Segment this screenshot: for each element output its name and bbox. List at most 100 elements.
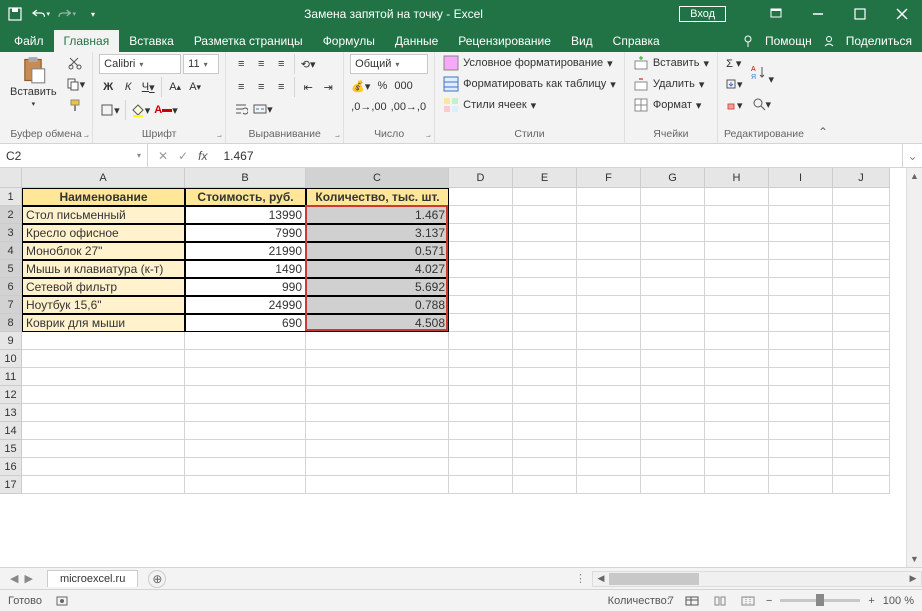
row-header[interactable]: 14 bbox=[0, 422, 22, 440]
autosum-icon[interactable]: Σ ▾ bbox=[724, 54, 744, 72]
align-top-icon[interactable]: ≡ bbox=[232, 55, 250, 73]
tab-view[interactable]: Вид bbox=[561, 30, 603, 52]
row-header[interactable]: 16 bbox=[0, 458, 22, 476]
cell[interactable] bbox=[833, 260, 890, 278]
tab-formulas[interactable]: Формулы bbox=[313, 30, 385, 52]
horizontal-scrollbar[interactable]: ◀ ▶ bbox=[592, 571, 922, 587]
row-header[interactable]: 12 bbox=[0, 386, 22, 404]
cell[interactable] bbox=[449, 314, 513, 332]
row-header[interactable]: 3 bbox=[0, 224, 22, 242]
cell[interactable] bbox=[449, 368, 513, 386]
italic-button[interactable]: К bbox=[119, 78, 137, 96]
cell[interactable]: Кресло офисное bbox=[22, 224, 185, 242]
qat-customize-icon[interactable]: ▾ bbox=[84, 5, 102, 23]
cell[interactable] bbox=[513, 440, 577, 458]
cell[interactable] bbox=[449, 260, 513, 278]
cell[interactable] bbox=[641, 260, 705, 278]
cell[interactable] bbox=[833, 224, 890, 242]
cell[interactable] bbox=[577, 224, 641, 242]
cell[interactable] bbox=[449, 188, 513, 206]
align-middle-icon[interactable]: ≡ bbox=[252, 55, 270, 73]
tab-data[interactable]: Данные bbox=[385, 30, 448, 52]
fill-color-icon[interactable]: ▾ bbox=[130, 101, 152, 119]
cell[interactable] bbox=[306, 350, 449, 368]
cell[interactable] bbox=[641, 368, 705, 386]
cell[interactable] bbox=[513, 368, 577, 386]
share-label[interactable]: Поделиться bbox=[846, 34, 912, 48]
conditional-formatting-button[interactable]: Условное форматирование▾ bbox=[441, 54, 614, 72]
cell[interactable] bbox=[577, 458, 641, 476]
percent-icon[interactable]: % bbox=[373, 77, 391, 95]
cell[interactable] bbox=[833, 422, 890, 440]
cell[interactable] bbox=[22, 332, 185, 350]
cell[interactable]: 24990 bbox=[185, 296, 306, 314]
column-header[interactable]: C bbox=[306, 168, 449, 188]
cell[interactable] bbox=[769, 242, 833, 260]
cell[interactable] bbox=[185, 404, 306, 422]
sheet-nav-next-icon[interactable]: ▶ bbox=[24, 572, 32, 585]
align-bottom-icon[interactable]: ≡ bbox=[272, 55, 290, 73]
scroll-right-icon[interactable]: ▶ bbox=[905, 573, 921, 584]
row-header[interactable]: 4 bbox=[0, 242, 22, 260]
column-header[interactable]: F bbox=[577, 168, 641, 188]
column-header[interactable]: B bbox=[185, 168, 306, 188]
cell[interactable]: Количество, тыс. шт. bbox=[306, 188, 449, 206]
cell[interactable]: 13990 bbox=[185, 206, 306, 224]
cell[interactable] bbox=[306, 458, 449, 476]
cell[interactable] bbox=[705, 422, 769, 440]
cell[interactable] bbox=[833, 314, 890, 332]
cell[interactable] bbox=[513, 314, 577, 332]
zoom-slider[interactable] bbox=[780, 599, 860, 602]
tab-help[interactable]: Справка bbox=[603, 30, 670, 52]
tab-page-layout[interactable]: Разметка страницы bbox=[184, 30, 313, 52]
decrease-decimal-icon[interactable]: ,00→,0 bbox=[390, 98, 427, 116]
cell[interactable]: 4.508 bbox=[306, 314, 449, 332]
cell[interactable] bbox=[641, 422, 705, 440]
cell[interactable] bbox=[577, 188, 641, 206]
find-select-icon[interactable]: ▾ bbox=[748, 95, 776, 113]
cell[interactable] bbox=[577, 422, 641, 440]
wrap-text-icon[interactable] bbox=[232, 100, 250, 118]
column-header[interactable]: D bbox=[449, 168, 513, 188]
paste-button[interactable]: Вставить ▾ bbox=[6, 54, 61, 110]
cell[interactable] bbox=[705, 206, 769, 224]
cell[interactable] bbox=[833, 440, 890, 458]
column-header[interactable]: H bbox=[705, 168, 769, 188]
increase-indent-icon[interactable]: ⇤ bbox=[299, 78, 317, 96]
currency-icon[interactable]: 💰▾ bbox=[350, 77, 371, 95]
cell[interactable] bbox=[449, 422, 513, 440]
cell[interactable] bbox=[705, 278, 769, 296]
cell[interactable] bbox=[833, 242, 890, 260]
insert-function-icon[interactable]: fx bbox=[198, 149, 207, 163]
save-icon[interactable] bbox=[6, 5, 24, 23]
zoom-out-icon[interactable]: − bbox=[766, 595, 772, 607]
tell-me-label[interactable]: Помощн bbox=[765, 34, 812, 48]
row-header[interactable]: 11 bbox=[0, 368, 22, 386]
ribbon-options-icon[interactable] bbox=[756, 0, 796, 28]
format-painter-icon[interactable] bbox=[65, 96, 87, 114]
cell[interactable] bbox=[833, 278, 890, 296]
cell[interactable] bbox=[705, 224, 769, 242]
font-color-icon[interactable]: A▾ bbox=[153, 101, 178, 119]
cell[interactable] bbox=[833, 368, 890, 386]
sheet-tab[interactable]: microexcel.ru bbox=[47, 570, 138, 587]
row-header[interactable]: 15 bbox=[0, 440, 22, 458]
cell[interactable] bbox=[641, 314, 705, 332]
cell[interactable] bbox=[306, 422, 449, 440]
cell[interactable] bbox=[449, 332, 513, 350]
row-header[interactable]: 13 bbox=[0, 404, 22, 422]
cell[interactable] bbox=[22, 368, 185, 386]
cell[interactable] bbox=[769, 278, 833, 296]
cell[interactable] bbox=[185, 440, 306, 458]
column-header[interactable]: J bbox=[833, 168, 890, 188]
cell[interactable] bbox=[769, 350, 833, 368]
decrease-indent-icon[interactable]: ⇥ bbox=[319, 78, 337, 96]
login-button[interactable]: Вход bbox=[679, 6, 726, 22]
cell[interactable] bbox=[705, 476, 769, 494]
cell[interactable] bbox=[641, 404, 705, 422]
cell[interactable] bbox=[769, 440, 833, 458]
row-header[interactable]: 6 bbox=[0, 278, 22, 296]
sort-filter-icon[interactable]: АЯ▾ bbox=[748, 54, 776, 92]
formula-input[interactable]: 1.467 bbox=[217, 149, 902, 163]
cell[interactable] bbox=[833, 188, 890, 206]
